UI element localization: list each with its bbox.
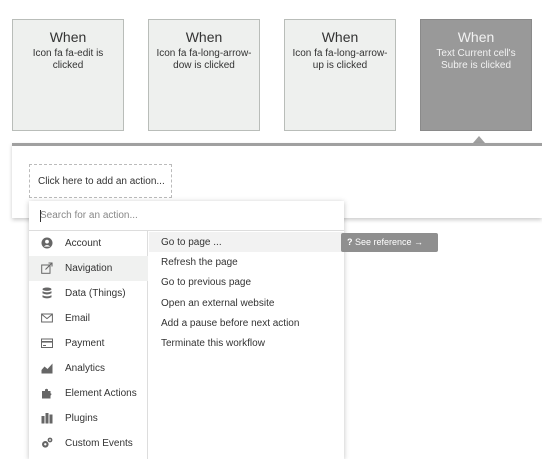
navigation-icon <box>41 262 53 274</box>
category-label: Data (Things) <box>65 288 126 299</box>
category-label: Plugins <box>65 413 98 424</box>
category-account[interactable]: Account <box>29 231 148 256</box>
event-when-label: When <box>321 29 359 45</box>
category-label: Custom Events <box>65 438 133 449</box>
element-actions-icon <box>42 388 52 399</box>
see-reference-label: See reference → <box>355 237 424 247</box>
event-description: Icon fa fa-long-arrow-up is clicked <box>292 48 388 71</box>
account-icon <box>41 237 53 249</box>
action-add-pause[interactable]: Add a pause before next action <box>149 313 344 333</box>
action-categories: Account Navigation Data (Things) Email P… <box>29 231 148 459</box>
action-picker-dropdown: Account Navigation Data (Things) Email <box>29 201 344 459</box>
category-label: Account <box>65 238 102 249</box>
category-data-things[interactable]: Data (Things) <box>29 281 148 306</box>
category-label: Element Actions <box>65 388 137 399</box>
event-card-arrow-up[interactable]: When Icon fa fa-long-arrow-up is clicked <box>284 19 396 131</box>
category-custom-events[interactable]: Custom Events <box>29 431 148 456</box>
active-card-pointer <box>473 136 485 143</box>
category-payment[interactable]: Payment <box>29 331 148 356</box>
action-go-to-previous-page[interactable]: Go to previous page <box>149 272 344 292</box>
action-refresh-page[interactable]: Refresh the page <box>149 252 344 272</box>
category-label: Payment <box>65 338 105 349</box>
action-list: Go to page ... Refresh the page Go to pr… <box>149 231 344 459</box>
event-cards: When Icon fa fa-edit is clicked When Ico… <box>0 0 542 140</box>
action-open-external-website[interactable]: Open an external website <box>149 293 344 313</box>
text-cursor <box>40 210 41 222</box>
category-label: Analytics <box>65 363 106 374</box>
database-icon <box>42 287 52 299</box>
event-card-arrow-down[interactable]: When Icon fa fa-long-arrow-dow is clicke… <box>148 19 260 131</box>
action-terminate-workflow[interactable]: Terminate this workflow <box>149 333 344 353</box>
payment-icon <box>41 338 53 348</box>
event-when-label: When <box>185 29 223 45</box>
category-email[interactable]: Email <box>29 306 148 331</box>
event-when-label: When <box>457 29 495 45</box>
category-label: Navigation <box>65 263 113 274</box>
analytics-icon <box>41 363 53 374</box>
email-icon <box>41 313 53 323</box>
question-icon: ? <box>347 237 353 247</box>
event-card-edit[interactable]: When Icon fa fa-edit is clicked <box>12 19 124 131</box>
category-analytics[interactable]: Analytics <box>29 356 148 381</box>
category-navigation[interactable]: Navigation <box>29 256 148 281</box>
category-element-actions[interactable]: Element Actions <box>29 381 148 406</box>
event-card-text-clicked[interactable]: When Text Current cell's Subre is clicke… <box>420 19 532 131</box>
category-plugins[interactable]: Plugins <box>29 406 148 431</box>
plugins-icon <box>41 413 53 424</box>
event-description: Icon fa fa-long-arrow-dow is clicked <box>156 48 252 71</box>
add-action-button[interactable]: Click here to add an action... <box>29 164 172 198</box>
event-description: Icon fa fa-edit is clicked <box>32 48 104 71</box>
event-description: Text Current cell's Subre is clicked <box>436 48 516 71</box>
category-label: Email <box>65 313 91 324</box>
custom-events-icon <box>42 437 53 448</box>
action-search-input[interactable] <box>29 201 344 231</box>
action-go-to-page[interactable]: Go to page ... <box>149 232 344 252</box>
see-reference-button[interactable]: ? See reference → <box>341 233 438 252</box>
event-when-label: When <box>49 29 87 45</box>
